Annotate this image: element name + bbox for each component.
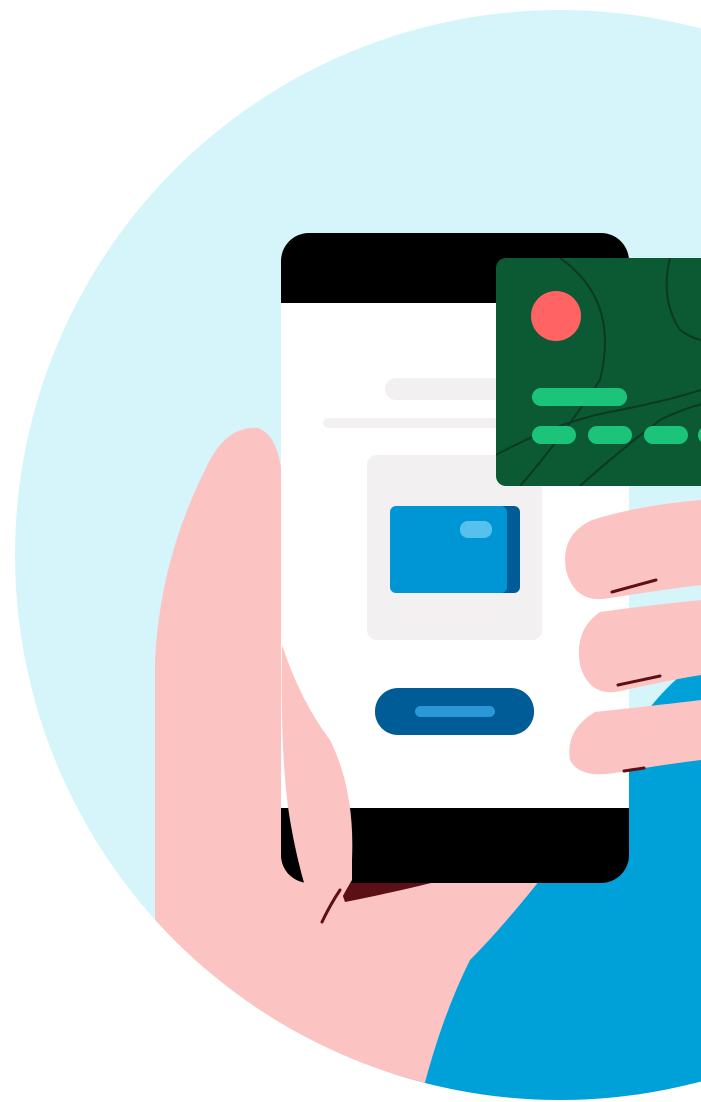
circle-chip-icon <box>531 291 581 341</box>
screen-pay-button-label-bar <box>415 706 495 717</box>
screen-title-placeholder <box>385 378 505 400</box>
credit-card <box>496 258 701 486</box>
card-digits-group-3 <box>644 426 688 444</box>
card-digits-group-1 <box>532 426 576 444</box>
payment-illustration <box>15 10 701 1100</box>
card-digits-group-2 <box>588 426 632 444</box>
screen-card-accent <box>460 521 492 538</box>
screen-card-icon <box>390 506 507 593</box>
screen-subtitle-placeholder <box>323 418 513 428</box>
card-name-bar <box>532 388 627 406</box>
illustration-stage <box>0 0 701 1102</box>
credit-card-body <box>496 258 701 486</box>
